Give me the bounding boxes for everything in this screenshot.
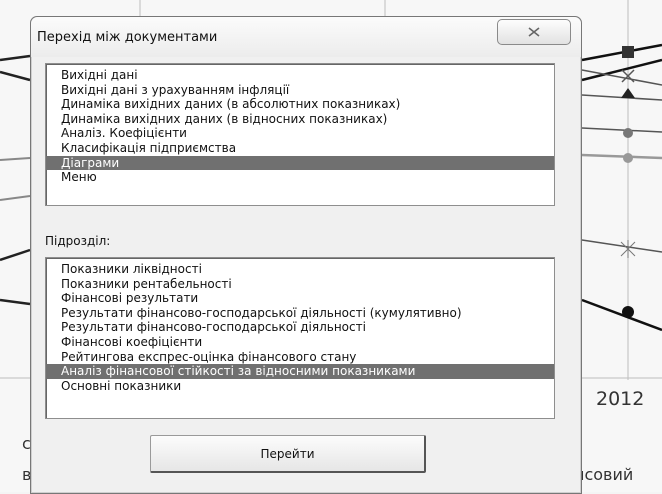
subsection-item[interactable]: Результати фінансово-господарської діяль… — [46, 320, 554, 335]
subsections-listbox[interactable]: Показники ліквідності Показники рентабел… — [45, 257, 555, 419]
document-item[interactable]: Меню — [46, 170, 554, 185]
close-icon — [528, 27, 540, 37]
document-item-selected[interactable]: Діаграми — [46, 155, 554, 171]
dialog-title: Перехід між документами — [37, 30, 218, 45]
document-item[interactable]: Вихідні дані — [46, 68, 554, 83]
subsection-item-selected[interactable]: Аналіз фінансової стійкості за відносним… — [46, 364, 554, 379]
subsection-item[interactable]: Основні показники — [46, 379, 554, 394]
navigation-dialog: Перехід між документами Вихідні дані Вих… — [30, 16, 582, 494]
chart-axis-year-label: 2012 — [596, 388, 645, 410]
document-item[interactable]: Аналіз. Коефіцієнти — [46, 126, 554, 141]
background-cut-text: нсовий — [574, 465, 634, 484]
subsection-item[interactable]: Фінансові коефіцієнти — [46, 335, 554, 350]
document-item[interactable]: Динаміка вихідних даних (в відносних пок… — [46, 112, 554, 127]
document-item[interactable]: Вихідні дані з урахуванням інфляції — [46, 83, 554, 98]
subsection-label: Підрозділ: — [45, 234, 111, 248]
dialog-titlebar[interactable]: Перехід між документами — [31, 17, 581, 57]
document-item[interactable]: Динаміка вихідних даних (в абсолютних по… — [46, 97, 554, 112]
close-button[interactable] — [497, 19, 571, 45]
subsection-item[interactable]: Показники ліквідності — [46, 262, 554, 277]
document-item[interactable]: Класифікація підприємства — [46, 141, 554, 156]
subsection-item[interactable]: Результати фінансово-господарської діяль… — [46, 306, 554, 321]
documents-listbox[interactable]: Вихідні дані Вихідні дані з урахуванням … — [45, 63, 555, 206]
go-button[interactable]: Перейти — [150, 435, 426, 473]
subsection-item[interactable]: Показники рентабельності — [46, 277, 554, 292]
subsection-item[interactable]: Фінансові результати — [46, 291, 554, 306]
subsection-item[interactable]: Рейтингова експрес-оцінка фінансового ст… — [46, 350, 554, 365]
